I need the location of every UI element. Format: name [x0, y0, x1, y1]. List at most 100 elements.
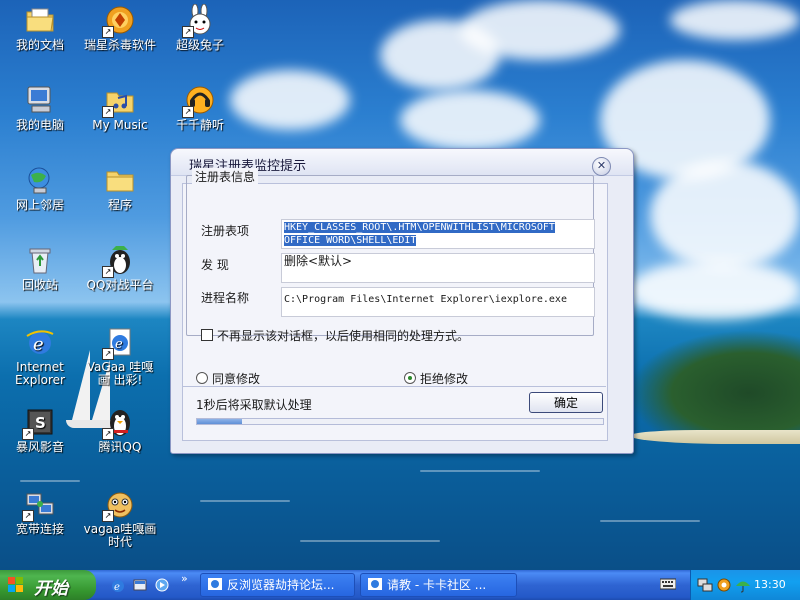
desktop-icon-label: 网上邻居 [15, 198, 64, 212]
antivirus-tray-icon[interactable] [716, 577, 732, 593]
dont-show-again-checkbox[interactable] [201, 329, 213, 341]
radio-reject-label: 拒绝修改 [420, 372, 469, 386]
shortcut-arrow-icon: ↗ [102, 266, 114, 278]
desktop-icon-label: My Music [92, 118, 148, 132]
quicklaunch-ie-icon[interactable]: e [110, 577, 126, 593]
desktop-icon-label: 我的电脑 [15, 118, 64, 132]
taskbar-item-label: 请教 - 卡卡社区 ... [387, 578, 487, 592]
shortcut-arrow-icon: ↗ [102, 510, 114, 522]
desktop-icon-rising-antivirus[interactable]: ↗ 瑞星杀毒软件 [82, 4, 158, 52]
ok-button[interactable]: 确定 [529, 392, 603, 413]
close-button[interactable]: ✕ [592, 157, 611, 176]
shortcut-arrow-icon: ↗ [182, 26, 194, 38]
registry-key-field[interactable]: HKEY_CLASSES_ROOT\.HTM\OPENWITHLIST\MICR… [281, 219, 595, 249]
desktop-icon-my-documents[interactable]: 我的文档 [2, 4, 78, 52]
shortcut-arrow-icon: ↗ [22, 428, 34, 440]
countdown-status: 1秒后将采取默认处理 [196, 398, 312, 412]
process-field[interactable]: C:\Program Files\Internet Explorer\iexpl… [281, 287, 595, 317]
ie-icon: e [24, 326, 56, 358]
desktop-icon-label: VaGaa 哇嘎画 出彩! [86, 360, 154, 387]
desktop-icon-broadband[interactable]: ↗ 宽带连接 [2, 488, 78, 536]
ie-window-icon [207, 576, 223, 592]
ie-window-icon [367, 576, 383, 592]
group-title: 注册表信息 [192, 168, 259, 185]
my-computer-icon [24, 84, 56, 116]
quicklaunch-show-desktop-icon[interactable] [132, 577, 148, 593]
qq-penguin-icon: ↗ [102, 406, 136, 440]
svg-text:e: e [115, 337, 123, 352]
desktop-icon-label: 千千静听 [175, 118, 224, 132]
radio-agree-option[interactable]: 同意修改 [196, 370, 260, 387]
taskbar: 开始 e » 反浏览器劫持论坛... 请教 - 卡卡社区 ... 13:30 [0, 570, 800, 600]
desktop-icon-vagaa-era[interactable]: ↗ vagaa哇嘎画 时代 [82, 488, 158, 549]
svg-text:e: e [33, 334, 44, 355]
folder-icon [104, 164, 136, 196]
found-field[interactable]: 删除<默认> [281, 253, 595, 283]
vagaa-mascot-icon: ↗ [102, 488, 136, 522]
network-tray-icon[interactable] [697, 577, 713, 593]
desktop-icon-label: Internet Explorer [15, 360, 65, 387]
desktop-icon-label: vagaa哇嘎画 时代 [83, 522, 157, 549]
start-button[interactable]: 开始 [0, 570, 96, 600]
broadband-icon: ↗ [22, 488, 56, 522]
registry-key-value: HKEY_CLASSES_ROOT\.HTM\OPENWITHLIST\MICR… [284, 222, 555, 246]
desktop-icon-tencent-qq[interactable]: ↗ 腾讯QQ [82, 406, 158, 454]
palm-trees [628, 330, 800, 435]
taskbar-item[interactable]: 反浏览器劫持论坛... [200, 573, 355, 597]
super-rabbit-icon: ↗ [182, 3, 216, 38]
desktop-icon-my-computer[interactable]: 我的电脑 [2, 84, 78, 132]
radio-agree-label: 同意修改 [212, 372, 261, 386]
svg-text:e: e [114, 582, 120, 593]
shortcut-arrow-icon: ↗ [102, 348, 114, 360]
desktop-icon-internet-explorer[interactable]: e Internet Explorer [2, 326, 78, 387]
radio-reject[interactable] [404, 372, 416, 384]
dont-show-again-option[interactable]: 不再显示该对话框，以后使用相同的处理方式。 [201, 327, 469, 344]
process-label: 进程名称 [201, 291, 250, 305]
found-value: 删除<默认> [284, 254, 353, 268]
countdown-progress-bar [196, 418, 604, 425]
wave [300, 540, 440, 542]
desktop-icon-label: 瑞星杀毒软件 [83, 38, 156, 52]
desktop-icon-label: 宽带连接 [15, 522, 64, 536]
desktop-icon-programs[interactable]: 程序 [82, 164, 158, 212]
qq-battle-icon: ↗ [102, 244, 136, 278]
umbrella-tray-icon[interactable] [735, 577, 751, 593]
wave [600, 520, 700, 522]
shortcut-arrow-icon: ↗ [102, 106, 114, 118]
shortcut-arrow-icon: ↗ [182, 106, 194, 118]
desktop-icon-label: 腾讯QQ [98, 440, 142, 454]
desktop-icon-storm-player[interactable]: S ↗ 暴风影音 [2, 406, 78, 454]
desktop-icon-vagaa[interactable]: e ↗ VaGaa 哇嘎画 出彩! [82, 326, 158, 387]
network-places-icon [24, 164, 56, 196]
desktop-icon-ttplayer[interactable]: ↗ 千千静听 [162, 84, 238, 132]
desktop-icon-recycle-bin[interactable]: 回收站 [2, 244, 78, 292]
rising-antivirus-icon: ↗ [102, 4, 136, 38]
cloud [460, 0, 620, 60]
wave [420, 470, 540, 472]
radio-agree[interactable] [196, 372, 208, 384]
svg-text:S: S [35, 414, 46, 432]
registry-monitor-dialog: 瑞星注册表监控提示 ✕ 注册表信息 注册表项 HKEY_CLASSES_ROOT… [170, 148, 634, 454]
desktop-icon-network-places[interactable]: 网上邻居 [2, 164, 78, 212]
desktop-icon-qq-battle[interactable]: ↗ QQ对战平台 [82, 244, 158, 292]
separator [182, 386, 606, 387]
process-value: C:\Program Files\Internet Explorer\iexpl… [284, 294, 567, 305]
radio-reject-option[interactable]: 拒绝修改 [404, 370, 468, 387]
cloud [670, 0, 800, 40]
quicklaunch-media-icon[interactable] [154, 577, 170, 593]
desktop-icon-my-music[interactable]: ↗ My Music [82, 84, 158, 132]
desktop-icon-label: QQ对战平台 [86, 278, 154, 292]
wave [20, 480, 80, 482]
recycle-bin-icon [24, 244, 56, 276]
desktop-icon-label: 暴风影音 [15, 440, 64, 454]
shortcut-arrow-icon: ↗ [102, 428, 114, 440]
cloud [650, 160, 800, 270]
desktop-icon-label: 超级兔子 [175, 38, 224, 52]
clock[interactable]: 13:30 [754, 578, 786, 591]
desktop-icon-label: 程序 [107, 198, 132, 212]
keyboard-icon[interactable] [659, 578, 677, 590]
island [630, 430, 800, 444]
quicklaunch-chevron-icon[interactable]: » [181, 572, 188, 585]
desktop-icon-super-rabbit[interactable]: ↗ 超级兔子 [162, 3, 238, 52]
taskbar-item[interactable]: 请教 - 卡卡社区 ... [360, 573, 517, 597]
